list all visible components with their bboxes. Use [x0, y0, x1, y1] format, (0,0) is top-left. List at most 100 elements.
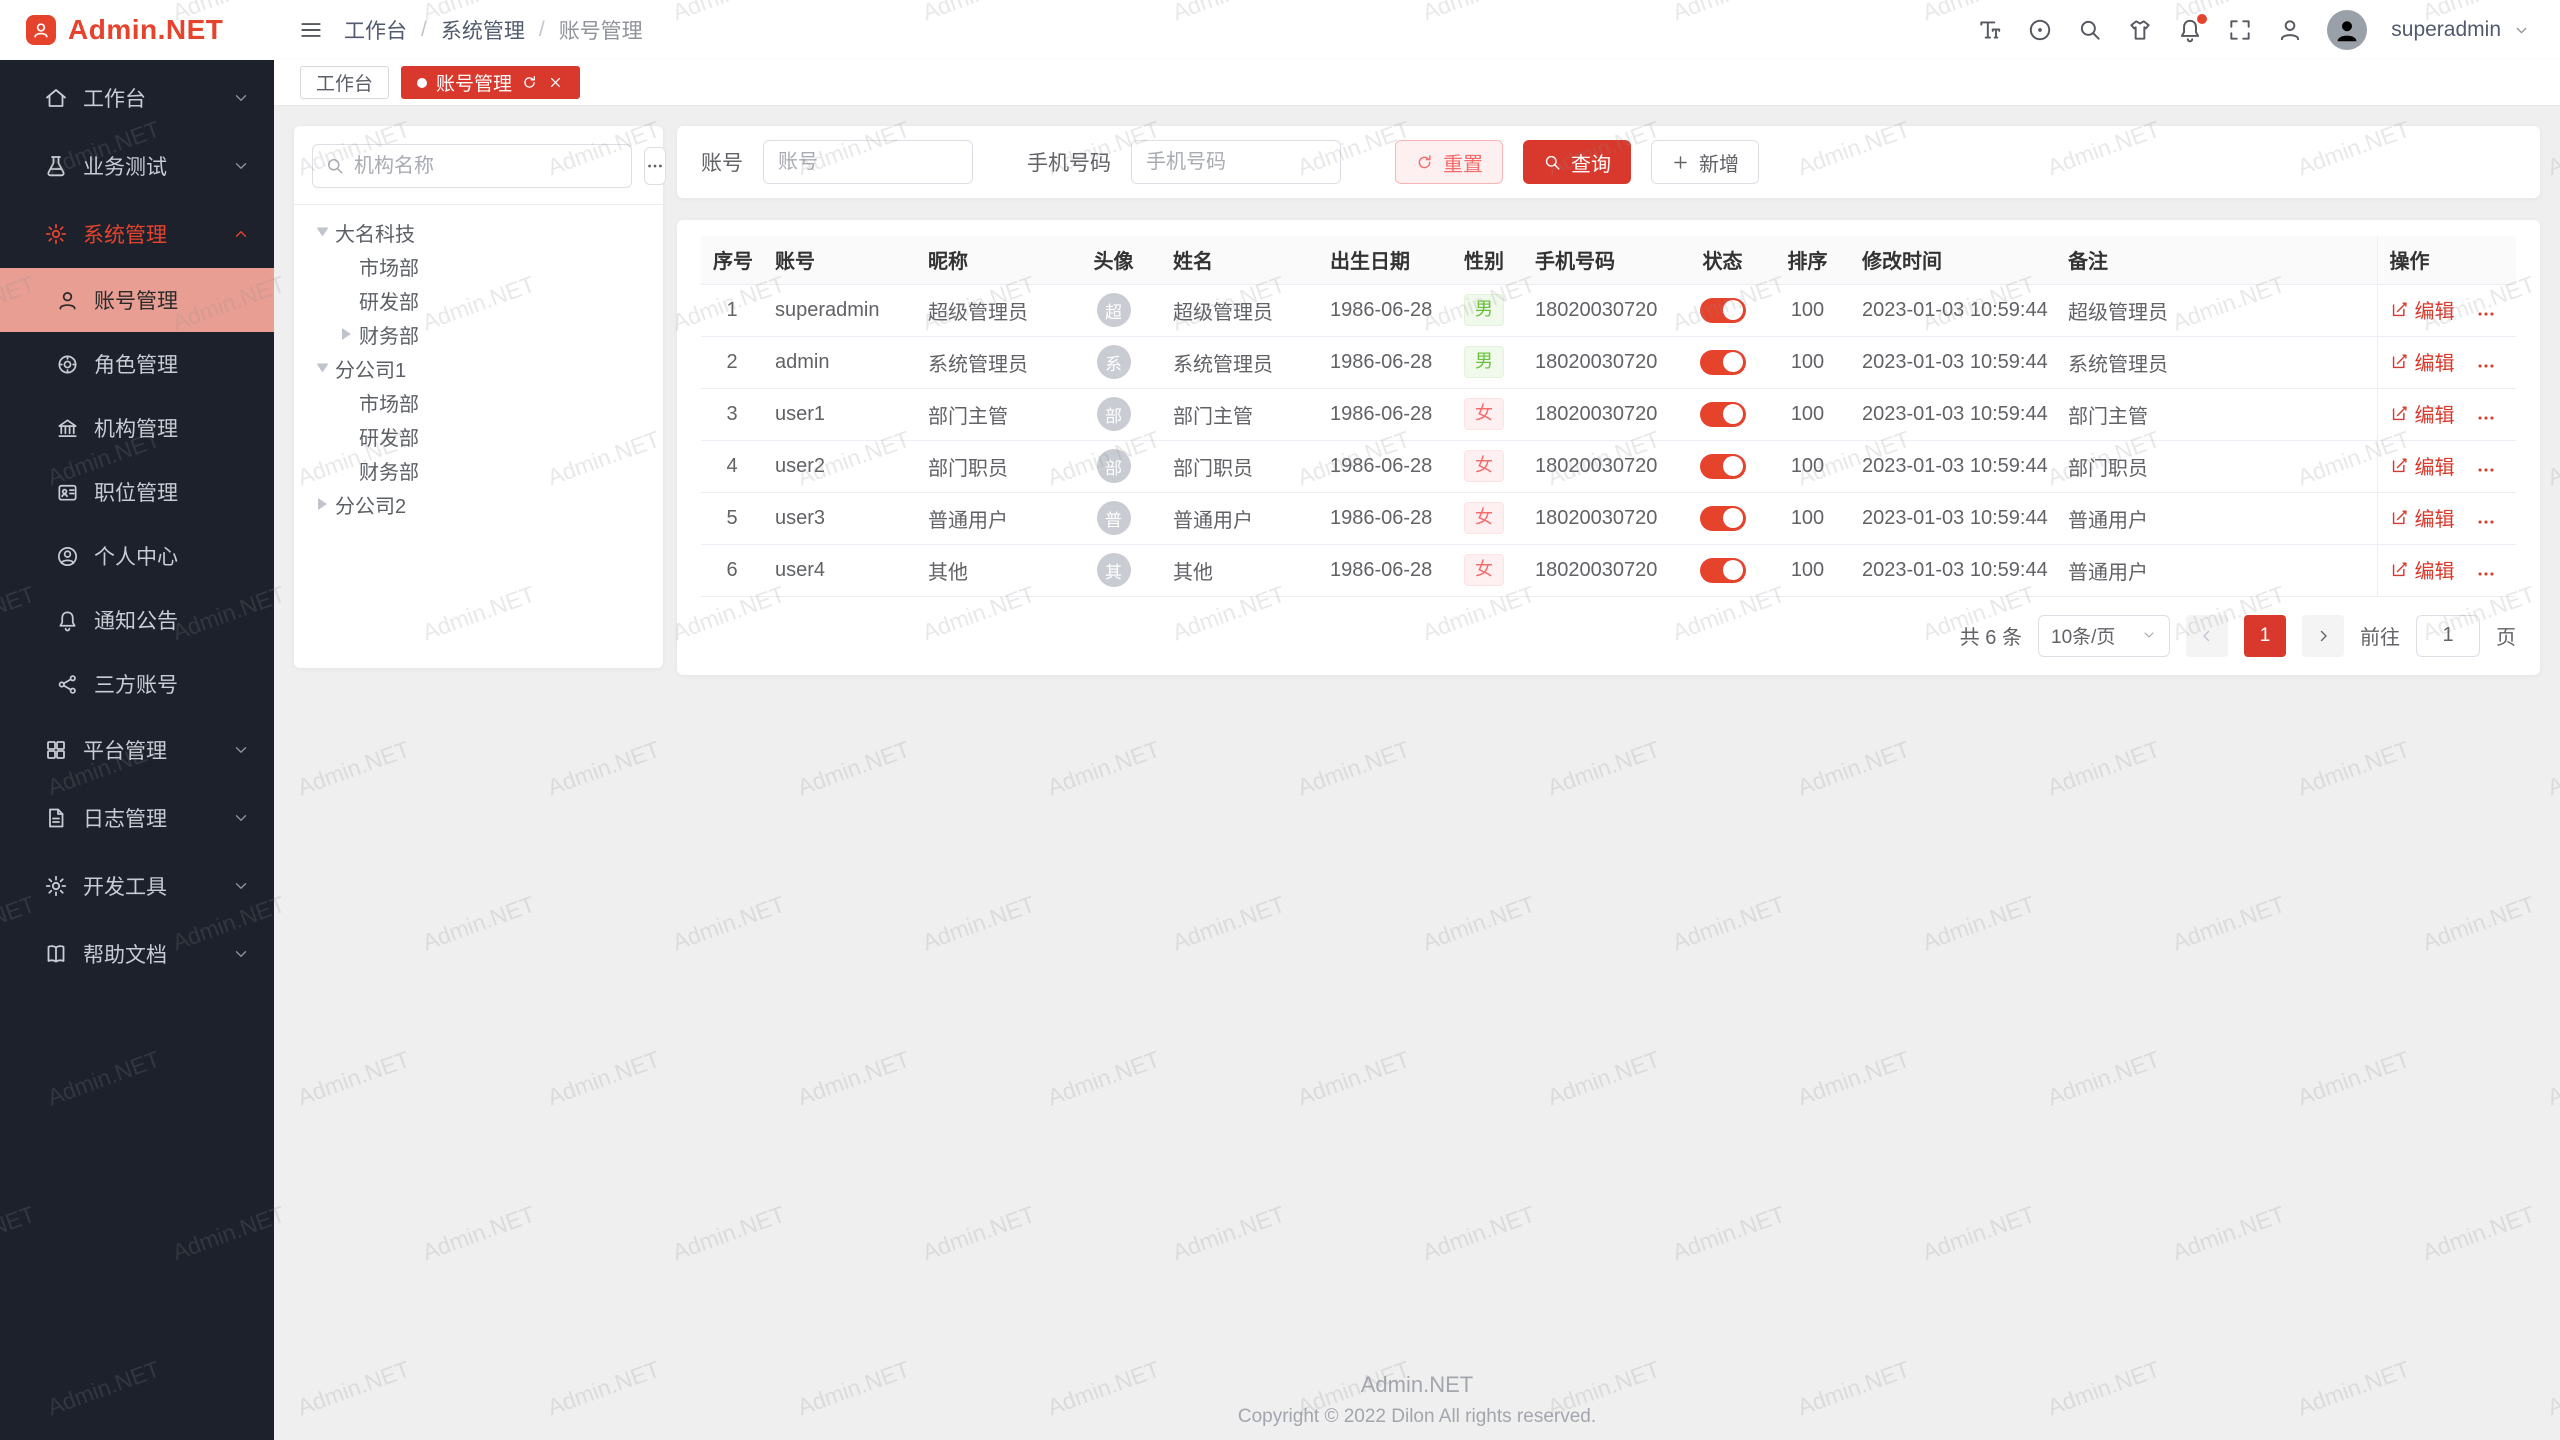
gender-tag: 女	[1464, 398, 1504, 429]
view-tab[interactable]: 账号管理	[401, 66, 580, 99]
breadcrumb-item[interactable]: 系统管理	[441, 15, 525, 45]
status-toggle[interactable]	[1700, 558, 1746, 583]
sidebar-item-org-management[interactable]: 机构管理	[0, 396, 274, 460]
tree-node[interactable]: 分公司1	[312, 351, 645, 385]
share-icon	[56, 673, 79, 696]
cell-status	[1680, 544, 1765, 596]
sidebar-item-profile-center[interactable]: 个人中心	[0, 524, 274, 588]
tree-node[interactable]: 市场部	[312, 249, 645, 283]
chevron-up-icon	[232, 225, 250, 243]
prev-page-button[interactable]	[2186, 615, 2228, 657]
page-size-select[interactable]: 10条/页	[2038, 615, 2170, 657]
cell-account: user2	[763, 440, 916, 492]
tree-node-label: 市场部	[359, 388, 419, 417]
edit-button[interactable]: 编辑	[2390, 295, 2455, 324]
caret-down-icon[interactable]	[317, 228, 329, 237]
next-page-button[interactable]	[2302, 615, 2344, 657]
tree-node[interactable]: 大名科技	[312, 215, 645, 249]
sidebar-item-third-party-account[interactable]: 三方账号	[0, 652, 274, 716]
cell-modified: 2023-01-03 10:59:44	[1850, 388, 2056, 440]
row-more-button[interactable]	[2475, 303, 2497, 325]
edit-button[interactable]: 编辑	[2390, 399, 2455, 428]
sidebar-group-system-management[interactable]: 系统管理	[0, 200, 274, 268]
caret-right-icon[interactable]	[318, 498, 327, 510]
brand-logo: Admin.NET	[0, 0, 274, 60]
edit-button[interactable]: 编辑	[2390, 451, 2455, 480]
status-toggle[interactable]	[1700, 402, 1746, 427]
view-tab[interactable]: 工作台	[300, 66, 389, 99]
tree-node[interactable]: 财务部	[312, 317, 645, 351]
org-search-field[interactable]	[312, 144, 632, 188]
chevron-down-icon[interactable]	[2513, 22, 2530, 39]
table-row: 5user3普通用户普普通用户1986-06-28女18020030720100…	[701, 492, 2516, 544]
toggle-knob	[1723, 300, 1743, 320]
sidebar-group-business-test[interactable]: 业务测试	[0, 132, 274, 200]
caret-down-icon[interactable]	[317, 364, 329, 373]
refresh-icon[interactable]	[521, 74, 538, 91]
menu-collapse-icon[interactable]	[298, 17, 324, 43]
cell-actions: 编辑	[2377, 336, 2516, 388]
footer: Admin.NET Copyright © 2022 Dilon All rig…	[274, 1372, 2560, 1428]
sidebar-group-log-management[interactable]: 日志管理	[0, 784, 274, 852]
add-button[interactable]: 新增	[1651, 140, 1759, 184]
cell-name: 普通用户	[1161, 492, 1318, 544]
breadcrumb-separator: /	[539, 18, 545, 42]
search-icon[interactable]	[2077, 17, 2103, 43]
page-number-button[interactable]: 1	[2244, 615, 2286, 657]
cell-sort: 100	[1765, 284, 1850, 336]
reset-button[interactable]: 重置	[1395, 140, 1503, 184]
fullscreen-icon[interactable]	[2227, 17, 2253, 43]
cell-remark: 部门职员	[2056, 440, 2377, 492]
row-more-button[interactable]	[2475, 459, 2497, 481]
status-toggle[interactable]	[1700, 506, 1746, 531]
row-more-button[interactable]	[2475, 563, 2497, 585]
tree-node[interactable]: 研发部	[312, 283, 645, 317]
phone-input[interactable]	[1131, 140, 1341, 184]
account-input[interactable]	[763, 140, 973, 184]
breadcrumb-item[interactable]: 工作台	[344, 15, 407, 45]
edit-button[interactable]: 编辑	[2390, 503, 2455, 532]
tree-node[interactable]: 研发部	[312, 419, 645, 453]
sidebar-item-role-management[interactable]: 角色管理	[0, 332, 274, 396]
cell-avatar: 普	[1066, 492, 1161, 544]
avatar[interactable]	[2327, 10, 2367, 50]
tree-node[interactable]: 分公司2	[312, 487, 645, 521]
phone-label: 手机号码	[1027, 147, 1111, 177]
column-header: 序号	[701, 236, 763, 284]
user-icon	[56, 289, 79, 312]
sidebar-group-workbench[interactable]: 工作台	[0, 64, 274, 132]
profile-icon[interactable]	[2277, 17, 2303, 43]
row-more-button[interactable]	[2475, 407, 2497, 429]
page-size-value: 10条/页	[2051, 622, 2115, 649]
goto-page-input[interactable]	[2416, 615, 2480, 657]
sidebar-item-position-management[interactable]: 职位管理	[0, 460, 274, 524]
sidebar-group-platform-management[interactable]: 平台管理	[0, 716, 274, 784]
tree-node[interactable]: 财务部	[312, 453, 645, 487]
edit-button[interactable]: 编辑	[2390, 555, 2455, 584]
font-size-icon[interactable]	[1977, 17, 2003, 43]
tree-node[interactable]: 市场部	[312, 385, 645, 419]
query-button[interactable]: 查询	[1523, 140, 1631, 184]
skin-icon[interactable]	[2127, 17, 2153, 43]
edit-button[interactable]: 编辑	[2390, 347, 2455, 376]
tree-more-button[interactable]	[644, 147, 666, 185]
cell-sort: 100	[1765, 544, 1850, 596]
username[interactable]: superadmin	[2391, 18, 2501, 42]
status-toggle[interactable]	[1700, 350, 1746, 375]
cell-modified: 2023-01-03 10:59:44	[1850, 440, 2056, 492]
notification-bell-icon[interactable]	[2177, 17, 2203, 43]
row-more-button[interactable]	[2475, 355, 2497, 377]
home-icon	[44, 86, 68, 110]
close-icon[interactable]	[547, 74, 564, 91]
sidebar-item-notice-announcement[interactable]: 通知公告	[0, 588, 274, 652]
theme-icon[interactable]	[2027, 17, 2053, 43]
row-more-button[interactable]	[2475, 511, 2497, 533]
status-toggle[interactable]	[1700, 298, 1746, 323]
status-toggle[interactable]	[1700, 454, 1746, 479]
org-search-input[interactable]	[354, 155, 619, 178]
sidebar-item-account-management[interactable]: 账号管理	[0, 268, 274, 332]
sidebar-group-dev-tools[interactable]: 开发工具	[0, 852, 274, 920]
caret-right-icon[interactable]	[342, 328, 351, 340]
cell-account: admin	[763, 336, 916, 388]
sidebar-group-help-docs[interactable]: 帮助文档	[0, 920, 274, 988]
